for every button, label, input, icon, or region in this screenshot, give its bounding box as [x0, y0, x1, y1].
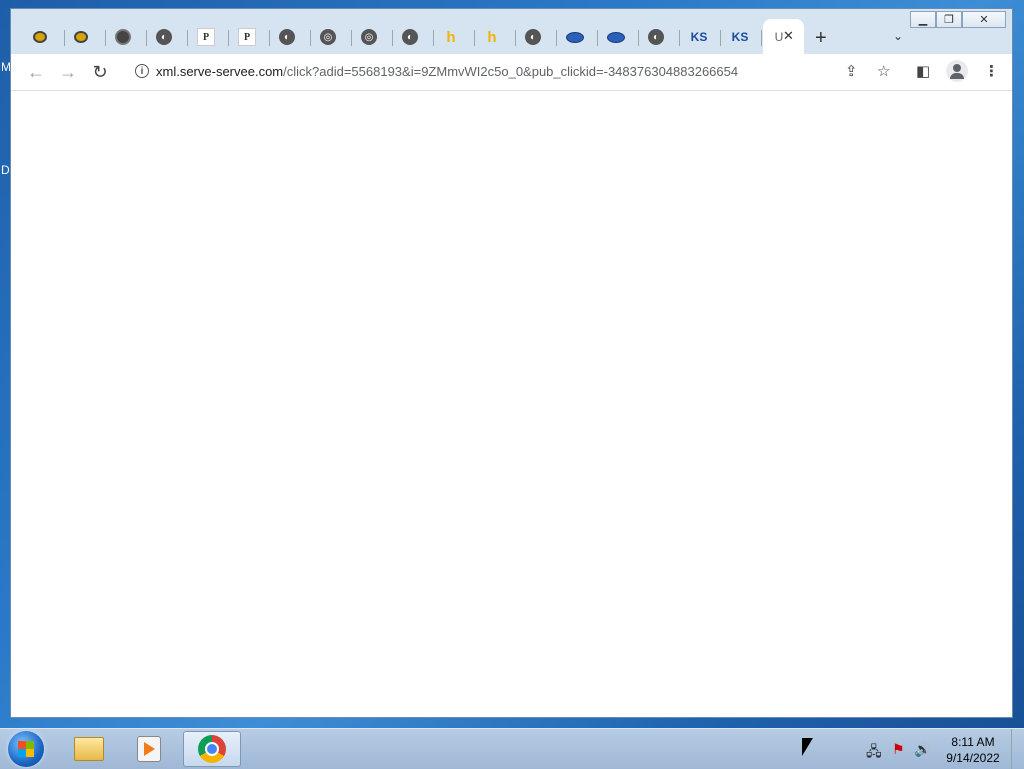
tab-separator [597, 30, 598, 46]
system-clock[interactable]: 8:11 AM 9/14/2022 [940, 734, 1006, 766]
bee-icon [74, 31, 88, 43]
page-content-blank [11, 91, 1012, 717]
mouse-cursor-icon [802, 738, 813, 756]
tab-strip: + ⌄ ◐ P P ◐ ◎ ◎ ◐ h h ◐ ◐ KS KS U ✕ [17, 19, 1007, 55]
url-path: /click?adid=5568193&i=9ZMmvWI2c5o_0&pub_… [283, 64, 739, 79]
tab[interactable]: ◐ [517, 26, 557, 48]
share-icon[interactable]: ⇪ [845, 62, 858, 80]
menu-kebab-icon[interactable]: ⋮ [984, 62, 999, 80]
tab[interactable]: h [476, 26, 516, 48]
clock-date: 9/14/2022 [946, 751, 1000, 765]
url-text[interactable]: xml.serve-servee.com/click?adid=5568193&… [156, 64, 738, 79]
bookmark-star-icon[interactable]: ☆ [877, 62, 890, 80]
tab-separator [761, 30, 762, 46]
tab-separator [556, 30, 557, 46]
globe-icon: ◐ [279, 29, 295, 45]
tab-separator [351, 30, 352, 46]
globe-icon: ◐ [156, 29, 172, 45]
tab[interactable]: KS [722, 26, 762, 48]
tab[interactable]: ◐ [394, 26, 434, 48]
taskbar-windows-explorer[interactable] [60, 731, 118, 767]
windows-logo-icon [18, 741, 34, 757]
ks-icon: KS [690, 30, 708, 44]
tab[interactable]: h [435, 26, 475, 48]
action-center-icon[interactable]: ⚑ [892, 741, 905, 758]
tab-separator [228, 30, 229, 46]
folder-icon [74, 737, 104, 761]
tab-separator [64, 30, 65, 46]
side-panel-icon[interactable]: ◧ [916, 62, 930, 80]
profile-avatar-icon[interactable] [946, 60, 968, 82]
tab[interactable] [66, 26, 106, 48]
tab-separator [146, 30, 147, 46]
tab-separator [720, 30, 721, 46]
tab[interactable]: P [230, 26, 270, 48]
windows-taskbar: 🖧 ⚑ 🔊 8:11 AM 9/14/2022 [0, 728, 1024, 769]
tab-active[interactable]: U ✕ [763, 19, 804, 55]
tab-separator [105, 30, 106, 46]
h-icon: h [487, 28, 497, 46]
browser-toolbar: ← → ↻ i xml.serve-servee.com/click?adid=… [11, 54, 1012, 91]
volume-icon[interactable]: 🔊 [914, 741, 931, 758]
tab[interactable]: KS [681, 26, 721, 48]
tab-close-icon[interactable]: ✕ [783, 28, 794, 44]
start-button[interactable] [8, 731, 44, 767]
tab-separator [679, 30, 680, 46]
forward-button[interactable]: → [57, 62, 79, 83]
tab[interactable]: ◐ [148, 26, 188, 48]
oval-icon [607, 31, 625, 43]
site-info-icon[interactable]: i [135, 64, 149, 78]
tab[interactable] [558, 26, 598, 48]
h-icon: h [446, 28, 456, 46]
oval-icon [566, 31, 584, 43]
tab-separator [433, 30, 434, 46]
address-bar[interactable]: i xml.serve-servee.com/click?adid=556819… [125, 58, 885, 86]
new-tab-button[interactable]: + [815, 27, 827, 50]
chrome-window: ▁ ❐ ✕ + ⌄ ◐ P P ◐ ◎ ◎ ◐ h h ◐ ◐ KS KS U ✕ ← → ↻ i xml.… [10, 8, 1013, 718]
globe-icon: ◐ [525, 29, 541, 45]
media-player-icon [137, 736, 161, 762]
tab[interactable]: ◐ [271, 26, 311, 48]
desktop-icon-label-fragment: D [1, 163, 10, 177]
p-icon: P [197, 28, 215, 46]
clock-time: 8:11 AM [951, 735, 995, 749]
tab[interactable]: ◎ [312, 26, 352, 48]
tab-separator [310, 30, 311, 46]
globe-icon: ◎ [361, 29, 377, 45]
tab-separator [474, 30, 475, 46]
url-host: xml.serve-servee.com [156, 64, 284, 79]
tab[interactable] [599, 26, 639, 48]
show-desktop-button[interactable] [1011, 729, 1024, 769]
tab[interactable]: ◎ [353, 26, 393, 48]
tab-separator [638, 30, 639, 46]
globe-icon: ◐ [648, 29, 664, 45]
taskbar-media-player[interactable] [120, 731, 178, 767]
globe-icon: ◐ [402, 29, 418, 45]
chrome-icon [115, 29, 131, 45]
tab-separator [392, 30, 393, 46]
back-button[interactable]: ← [25, 62, 47, 83]
tab[interactable] [25, 26, 65, 48]
tab-separator [187, 30, 188, 46]
network-icon[interactable]: 🖧 [866, 741, 882, 765]
tab[interactable]: P [189, 26, 229, 48]
reload-button[interactable]: ↻ [89, 62, 111, 83]
tab[interactable] [107, 26, 147, 48]
p-icon: P [238, 28, 256, 46]
tab-separator [269, 30, 270, 46]
chrome-icon [198, 735, 226, 763]
taskbar-google-chrome[interactable] [183, 731, 241, 767]
ks-icon: KS [731, 30, 749, 44]
tab[interactable]: ◐ [640, 26, 680, 48]
bee-icon [33, 31, 47, 43]
tab-search-chevron-icon[interactable]: ⌄ [893, 29, 903, 43]
tab-separator [515, 30, 516, 46]
globe-icon: ◎ [320, 29, 336, 45]
